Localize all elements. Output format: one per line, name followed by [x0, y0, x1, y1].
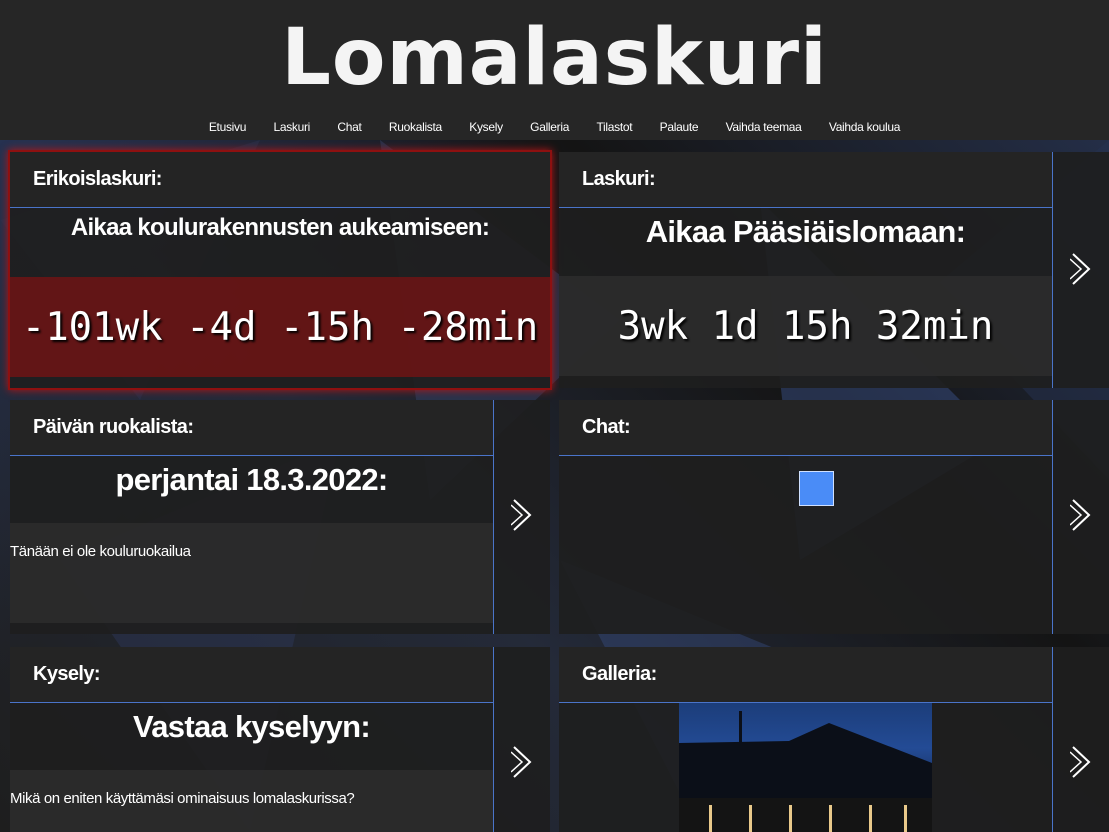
nav-galleria[interactable]: Galleria [530, 120, 569, 134]
nav-vaihda-teemaa[interactable]: Vaihda teemaa [726, 120, 802, 134]
card-title: Laskuri: [582, 168, 656, 190]
chat-card: Chat: [559, 400, 1052, 634]
menu-content: Tänään ei ole kouluruokailua [10, 523, 493, 623]
chevron-right-icon [1070, 499, 1091, 531]
card-title: Chat: [582, 416, 631, 438]
counter-card: Laskuri: Aikaa Pääsiäislomaan: 3wk 1d 15… [559, 152, 1052, 388]
card-header: Päivän ruokalista: [10, 400, 493, 456]
card-subtitle: perjantai 18.3.2022: [115, 462, 388, 497]
card-header: Laskuri: [559, 152, 1052, 208]
next-kysely-button[interactable] [493, 647, 550, 832]
card-title: Galleria: [582, 663, 657, 685]
card-header: Chat: [559, 400, 1052, 456]
card-title: Päivän ruokalista: [33, 416, 194, 438]
nav-laskuri[interactable]: Laskuri [273, 120, 310, 134]
main-nav: Etusivu Laskuri Chat Ruokalista Kysely G… [0, 120, 1109, 134]
poll-content: Mikä on eniten käyttämäsi ominaisuus lom… [10, 770, 493, 832]
chevron-right-icon [1070, 253, 1091, 285]
nav-tilastot[interactable]: Tilastot [596, 120, 632, 134]
special-counter-card: Erikoislaskuri: Aikaa koulurakennusten a… [8, 150, 552, 390]
chevron-right-icon [511, 499, 532, 531]
chat-loader [799, 471, 834, 506]
card-header: Kysely: [10, 647, 493, 703]
menu-text: Tänään ei ole kouluruokailua [10, 543, 191, 560]
card-subtitle: Aikaa Pääsiäislomaan: [645, 214, 966, 249]
chevron-right-icon [1070, 746, 1091, 778]
counter-area: 3wk 1d 15h 32min [559, 276, 1052, 376]
menu-card: Päivän ruokalista: perjantai 18.3.2022: … [10, 400, 493, 634]
next-ruokalista-button[interactable] [493, 400, 550, 634]
nav-etusivu[interactable]: Etusivu [209, 120, 247, 134]
nav-vaihda-koulua[interactable]: Vaihda koulua [829, 120, 901, 134]
counter-area: -101wk -4d -15h -28min [10, 277, 550, 377]
counter-value: -101wk -4d -15h -28min [21, 305, 539, 350]
next-chat-button[interactable] [1052, 400, 1109, 634]
poll-question: Mikä on eniten käyttämäsi ominaisuus lom… [10, 790, 355, 807]
card-subtitle: Vastaa kyselyyn: [133, 709, 371, 744]
chevron-right-icon [511, 746, 532, 778]
card-title: Erikoislaskuri: [33, 168, 162, 190]
card-header: Galleria: [559, 647, 1052, 703]
building-photo [679, 711, 932, 832]
nav-kysely[interactable]: Kysely [469, 120, 503, 134]
next-laskuri-button[interactable] [1052, 152, 1109, 388]
card-header: Erikoislaskuri: [10, 152, 550, 208]
site-header: Lomalaskuri Etusivu Laskuri Chat Ruokali… [0, 0, 1109, 140]
card-subtitle: Aikaa koulurakennusten aukeamiseen: [70, 214, 490, 241]
card-title: Kysely: [33, 663, 101, 685]
gallery-card: Galleria: [559, 647, 1052, 832]
counter-value: 3wk 1d 15h 32min [617, 304, 994, 349]
gallery-image[interactable] [679, 703, 932, 832]
poll-card: Kysely: Vastaa kyselyyn: Mikä on eniten … [10, 647, 493, 832]
nav-ruokalista[interactable]: Ruokalista [389, 120, 442, 134]
next-galleria-button[interactable] [1052, 647, 1109, 832]
site-logo[interactable]: Lomalaskuri [0, 8, 1109, 108]
nav-palaute[interactable]: Palaute [660, 120, 699, 134]
nav-chat[interactable]: Chat [337, 120, 361, 134]
